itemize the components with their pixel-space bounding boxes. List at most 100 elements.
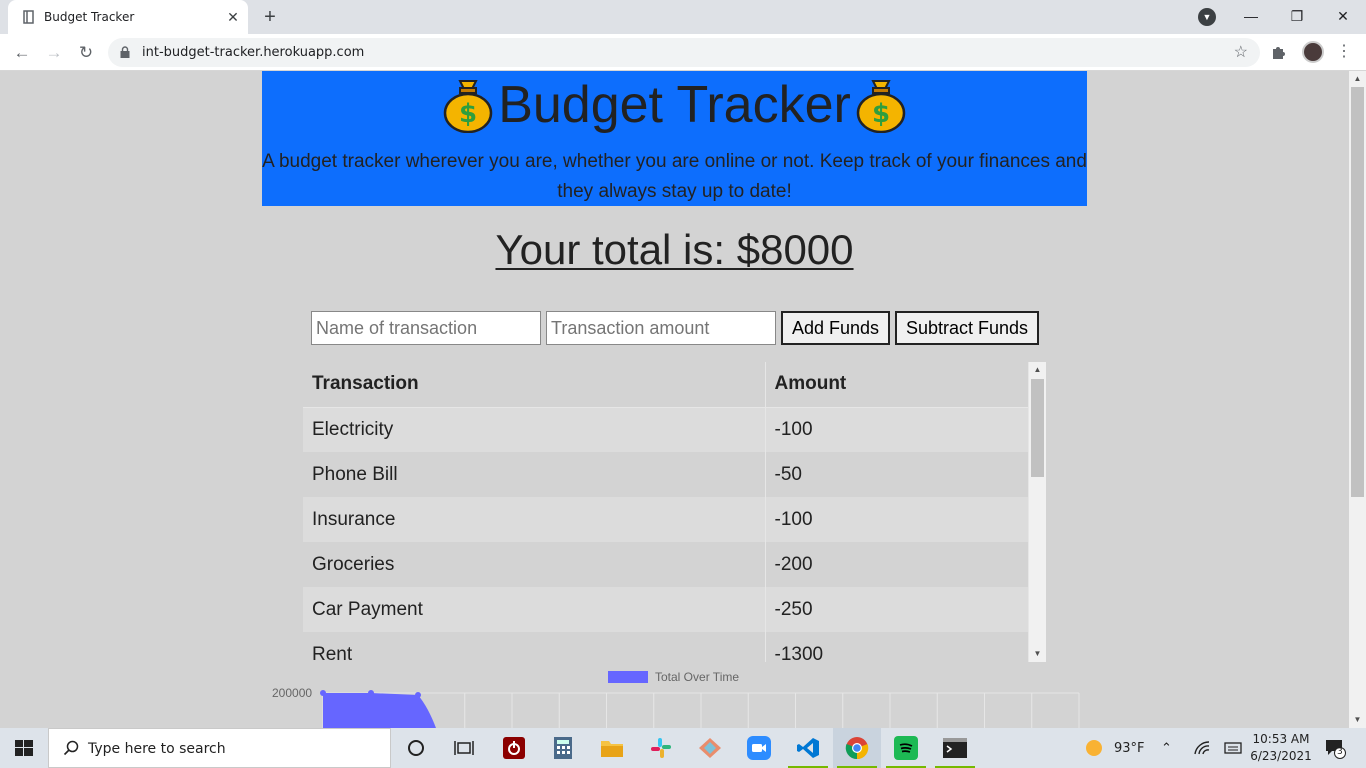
column-header-amount: Amount xyxy=(765,362,1029,408)
page-scroll-down-icon[interactable]: ▼ xyxy=(1349,712,1366,728)
show-hidden-icons-icon[interactable]: ⌃ xyxy=(1161,728,1172,768)
page-scroll-up-icon[interactable]: ▲ xyxy=(1349,71,1366,87)
terminal-icon[interactable] xyxy=(931,728,979,768)
page-title-row: $ Budget Tracker $ xyxy=(262,74,1087,136)
zoom-icon[interactable] xyxy=(735,728,783,768)
search-placeholder: Type here to search xyxy=(88,741,226,757)
transaction-name-cell: Phone Bill xyxy=(303,452,766,497)
tab-title: Budget Tracker xyxy=(44,10,135,24)
task-view-icon[interactable] xyxy=(440,728,488,768)
search-icon xyxy=(63,740,79,756)
weather-temp: 93°F xyxy=(1114,740,1145,756)
windows-start-icon[interactable] xyxy=(0,728,48,768)
tab-search-icon[interactable]: ▼ xyxy=(1198,8,1216,26)
taskbar-clock[interactable]: 10:53 AM 6/23/2021 xyxy=(1248,731,1314,765)
profile-avatar[interactable] xyxy=(1302,41,1324,63)
table-scrollbar-thumb[interactable] xyxy=(1031,379,1044,477)
page-tagline: A budget tracker wherever you are, wheth… xyxy=(262,151,1087,202)
lock-icon xyxy=(120,46,130,58)
legend-swatch xyxy=(608,671,648,683)
notifications-icon[interactable]: 3 xyxy=(1324,728,1346,768)
chrome-icon[interactable] xyxy=(833,728,881,768)
scroll-down-arrow-icon[interactable]: ▼ xyxy=(1029,646,1046,662)
page-scrollbar[interactable]: ▲ ▼ xyxy=(1349,71,1366,728)
money-bag-icon: $ xyxy=(856,80,906,133)
transaction-amount-cell: -50 xyxy=(765,452,1029,497)
slack-icon[interactable] xyxy=(637,728,685,768)
bookmark-star-icon[interactable]: ☆ xyxy=(1234,42,1248,62)
table-row: Groceries -200 xyxy=(303,542,1029,587)
transaction-amount-input[interactable] xyxy=(546,311,776,345)
browser-toolbar: ← → ↻ int-budget-tracker.herokuapp.com ☆ xyxy=(0,34,1366,71)
table-row: Phone Bill -50 xyxy=(303,452,1029,497)
transaction-amount-cell: -1300 xyxy=(765,632,1029,662)
transaction-name-cell: Rent xyxy=(303,632,766,662)
weather-widget[interactable]: 93°F xyxy=(1084,728,1145,768)
browser-tab[interactable]: Budget Tracker ✕ xyxy=(8,0,248,34)
table-row: Insurance -100 xyxy=(303,497,1029,542)
page-favicon-icon xyxy=(23,10,34,24)
cortana-icon[interactable] xyxy=(392,728,440,768)
table-row: Electricity -100 xyxy=(303,407,1029,452)
transaction-name-cell: Insurance xyxy=(303,497,766,542)
file-explorer-icon[interactable] xyxy=(588,728,636,768)
new-tab-icon[interactable]: + xyxy=(259,6,281,28)
restore-icon[interactable]: ❐ xyxy=(1282,4,1312,28)
table-scrollbar[interactable]: ▲ ▼ xyxy=(1029,362,1046,662)
scroll-up-arrow-icon[interactable]: ▲ xyxy=(1029,362,1046,378)
table-row: Rent -1300 xyxy=(303,632,1029,662)
legend-label: Total Over Time xyxy=(655,670,739,684)
transaction-amount-cell: -100 xyxy=(765,407,1029,452)
close-window-icon[interactable]: ✕ xyxy=(1328,4,1358,28)
page-header: $ Budget Tracker $ A budget tracker wher… xyxy=(262,71,1087,206)
extensions-puzzle-icon[interactable] xyxy=(1270,43,1288,61)
transaction-amount-cell: -250 xyxy=(765,587,1029,632)
clock-date: 6/23/2021 xyxy=(1250,749,1312,763)
spotify-icon[interactable] xyxy=(882,728,930,768)
vscode-icon[interactable] xyxy=(784,728,832,768)
column-header-transaction: Transaction xyxy=(303,362,766,408)
transactions-table-container[interactable]: Transaction Amount Electricity -100 Phon… xyxy=(303,362,1046,662)
subtract-funds-button[interactable]: Subtract Funds xyxy=(895,311,1039,345)
gitkraken-icon[interactable] xyxy=(686,728,734,768)
power-app-icon[interactable] xyxy=(490,728,538,768)
chart-area-series xyxy=(323,693,436,728)
page-scrollbar-thumb[interactable] xyxy=(1351,87,1364,497)
browser-tab-bar: Budget Tracker ✕ + ▼ — ❐ ✕ xyxy=(0,0,1366,34)
transaction-name-cell: Groceries xyxy=(303,542,766,587)
notification-count: 3 xyxy=(1337,747,1343,757)
total-amount: 8000 xyxy=(760,226,854,273)
transaction-name-cell: Electricity xyxy=(303,407,766,452)
address-bar[interactable]: int-budget-tracker.herokuapp.com ☆ xyxy=(108,38,1260,67)
forward-arrow-icon[interactable]: → xyxy=(43,42,65,64)
close-tab-icon[interactable]: ✕ xyxy=(224,8,242,26)
back-arrow-icon[interactable]: ← xyxy=(11,42,33,64)
add-funds-button[interactable]: Add Funds xyxy=(781,311,890,345)
table-header-row: Transaction Amount xyxy=(303,362,1029,408)
chart-point xyxy=(415,692,421,698)
chart-point xyxy=(320,690,326,696)
total-over-time-chart: Total Over Time 200000 xyxy=(272,670,1080,728)
clock-time: 10:53 AM xyxy=(1252,732,1310,746)
transaction-name-cell: Car Payment xyxy=(303,587,766,632)
browser-menu-icon[interactable]: ⋮ xyxy=(1336,41,1352,63)
keyboard-icon[interactable] xyxy=(1224,728,1242,768)
money-bag-icon: $ xyxy=(443,80,493,133)
page-title: Budget Tracker xyxy=(498,76,851,134)
calculator-icon[interactable] xyxy=(539,728,587,768)
url-text: int-budget-tracker.herokuapp.com xyxy=(142,45,365,60)
network-icon[interactable] xyxy=(1194,728,1210,768)
sun-icon xyxy=(1086,740,1102,756)
transaction-amount-cell: -100 xyxy=(765,497,1029,542)
chart-point xyxy=(368,690,374,696)
transaction-name-input[interactable] xyxy=(311,311,541,345)
svg-text:$: $ xyxy=(872,99,890,129)
chart-grid xyxy=(322,692,1080,728)
y-tick-label: 200000 xyxy=(272,686,312,700)
taskbar-search-box[interactable]: Type here to search xyxy=(48,728,391,768)
total-heading: Your total is: $8000 xyxy=(0,226,1349,274)
page-viewport: $ Budget Tracker $ A budget tracker wher… xyxy=(0,71,1349,728)
minimize-icon[interactable]: — xyxy=(1236,4,1266,28)
transaction-amount-cell: -200 xyxy=(765,542,1029,587)
reload-icon[interactable]: ↻ xyxy=(75,42,97,64)
